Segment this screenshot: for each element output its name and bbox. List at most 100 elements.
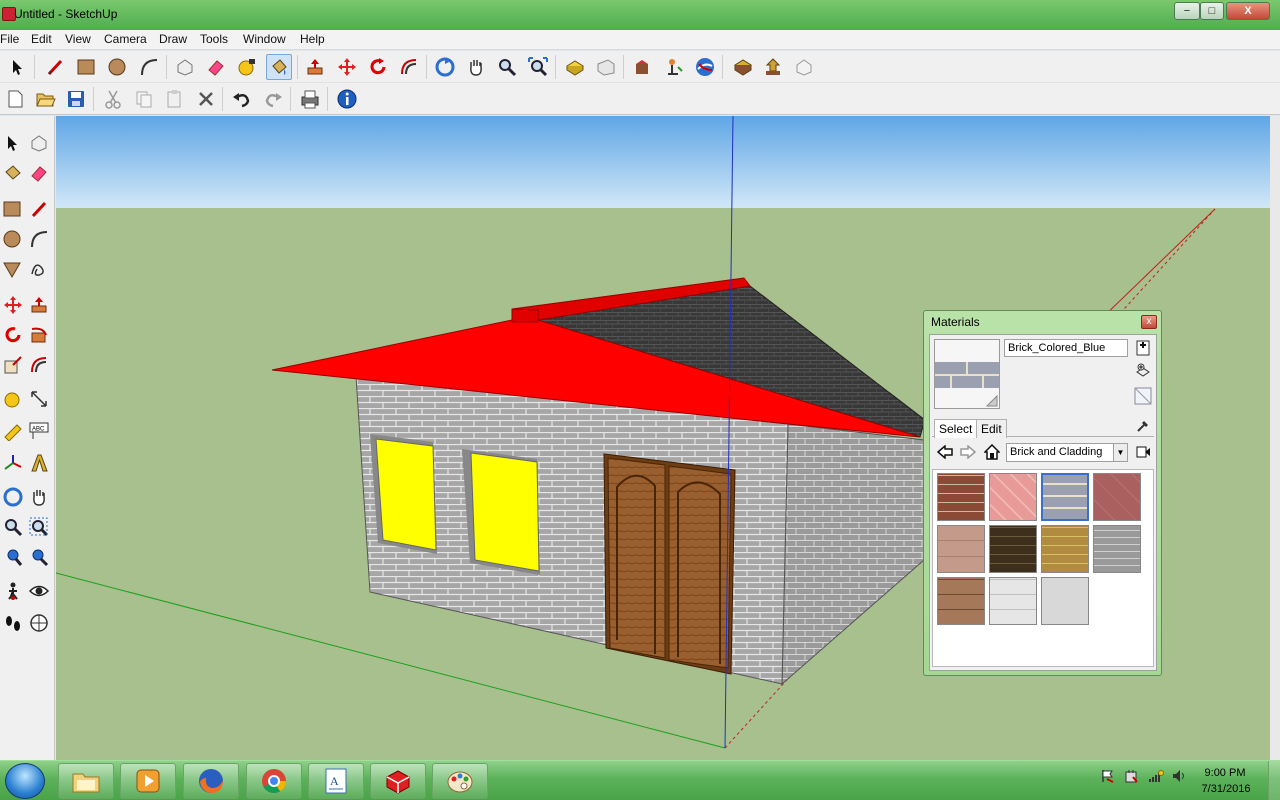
zoom-extents-icon[interactable] <box>26 544 52 570</box>
start-button[interactable] <box>5 763 45 799</box>
menu-tools[interactable]: Tools <box>200 32 228 46</box>
sketchup-icon[interactable] <box>370 763 426 799</box>
select-icon[interactable] <box>4 54 30 80</box>
print-icon[interactable] <box>297 86 323 112</box>
swatch-stone-tan[interactable] <box>937 525 985 573</box>
media-player-icon[interactable] <box>120 763 176 799</box>
default-material-icon[interactable] <box>1134 387 1152 405</box>
minimize-button[interactable]: − <box>1174 2 1200 20</box>
eraser-icon[interactable] <box>26 160 52 186</box>
line-icon[interactable] <box>26 196 52 222</box>
push-pull-icon[interactable] <box>26 292 52 318</box>
home-icon[interactable] <box>983 443 1001 461</box>
select-icon[interactable] <box>0 130 26 156</box>
polygon-icon[interactable] <box>0 256 26 282</box>
eraser-icon[interactable] <box>203 54 229 80</box>
create-material-icon[interactable] <box>1134 361 1152 379</box>
tape-measure-icon[interactable] <box>0 386 26 412</box>
menu-view[interactable]: View <box>65 32 91 46</box>
axes-icon[interactable] <box>0 450 26 476</box>
3d-text-icon[interactable] <box>26 450 52 476</box>
window-left[interactable] <box>375 438 437 551</box>
swatch-siding-wood[interactable] <box>937 577 985 625</box>
circle-icon[interactable] <box>104 54 130 80</box>
undo-icon[interactable] <box>229 86 255 112</box>
explorer-icon[interactable] <box>58 763 114 799</box>
save-icon[interactable] <box>63 86 89 112</box>
tab-select[interactable]: Select <box>934 419 978 438</box>
new-icon[interactable] <box>2 86 28 112</box>
swatch-stucco[interactable] <box>1041 577 1089 625</box>
zoom-icon[interactable] <box>494 54 520 80</box>
line-icon[interactable] <box>42 54 68 80</box>
rotate-icon[interactable] <box>0 322 26 348</box>
close-button[interactable]: X <box>1226 2 1270 20</box>
arc-icon[interactable] <box>136 54 162 80</box>
make-component-icon[interactable] <box>172 54 198 80</box>
open-icon[interactable] <box>33 86 59 112</box>
network-icon[interactable] <box>1148 769 1164 783</box>
window-right[interactable] <box>470 452 540 572</box>
zoom-icon[interactable] <box>0 514 26 540</box>
clock-date[interactable]: 7/31/2016 <box>1196 783 1256 795</box>
volume-icon[interactable] <box>1172 769 1186 783</box>
materials-panel[interactable]: Materials x Brick_Colored_Blue Select Ed… <box>923 310 1162 676</box>
firefox-icon[interactable] <box>183 763 239 799</box>
offset-icon[interactable] <box>396 54 422 80</box>
previous-view-icon[interactable] <box>0 544 26 570</box>
menu-help[interactable]: Help <box>300 32 325 46</box>
rectangle-icon[interactable] <box>0 196 26 222</box>
footprints-icon[interactable] <box>0 610 26 636</box>
text-icon[interactable]: ABC <box>26 418 52 444</box>
copy-icon[interactable] <box>131 86 157 112</box>
tab-edit[interactable]: Edit <box>976 419 1007 438</box>
text-editor-icon[interactable]: A <box>308 763 364 799</box>
paint-bucket-icon[interactable] <box>0 160 26 186</box>
swatch-brick-gray[interactable] <box>1093 525 1141 573</box>
paint-icon[interactable] <box>432 763 488 799</box>
show-desktop-button[interactable] <box>1268 761 1280 800</box>
preview-icon[interactable] <box>791 54 817 80</box>
warehouse-get-icon[interactable] <box>562 54 588 80</box>
chrome-icon[interactable] <box>246 763 302 799</box>
swatch-brick-rough-red[interactable] <box>1093 473 1141 521</box>
make-component-icon[interactable] <box>26 130 52 156</box>
rectangle-icon[interactable] <box>73 54 99 80</box>
move-icon[interactable] <box>334 54 360 80</box>
position-camera-icon[interactable] <box>661 54 687 80</box>
arc-icon[interactable] <box>26 226 52 252</box>
offset-icon[interactable] <box>26 352 52 378</box>
sample-paint-icon[interactable] <box>1134 417 1152 435</box>
rotate-icon[interactable] <box>365 54 391 80</box>
extension-warehouse-icon[interactable] <box>730 54 756 80</box>
cut-icon[interactable] <box>100 86 126 112</box>
send-to-layout-icon[interactable] <box>760 54 786 80</box>
back-arrow-icon[interactable] <box>936 443 954 461</box>
swatch-brick-colored-blue[interactable] <box>1041 473 1089 521</box>
share-component-icon[interactable] <box>630 54 656 80</box>
forward-arrow-icon[interactable] <box>959 443 977 461</box>
swatch-brick-antique[interactable] <box>937 473 985 521</box>
model-info-icon[interactable] <box>334 86 360 112</box>
orbit-icon[interactable] <box>0 484 26 510</box>
warehouse-share-icon[interactable] <box>593 54 619 80</box>
material-name-field[interactable]: Brick_Colored_Blue <box>1004 339 1128 357</box>
walk-icon[interactable] <box>0 578 26 604</box>
orbit-icon[interactable] <box>432 54 458 80</box>
display-secondary-pane-icon[interactable] <box>1134 339 1152 357</box>
follow-me-icon[interactable] <box>26 322 52 348</box>
pan-icon[interactable] <box>463 54 489 80</box>
materials-close-button[interactable]: x <box>1141 315 1157 329</box>
swatch-brick-gold[interactable] <box>1041 525 1089 573</box>
look-around-icon[interactable] <box>26 578 52 604</box>
paste-icon[interactable] <box>162 86 188 112</box>
redo-icon[interactable] <box>260 86 286 112</box>
menu-edit[interactable]: Edit <box>31 32 52 46</box>
circle-icon[interactable] <box>0 226 26 252</box>
menu-file[interactable]: File <box>0 32 19 46</box>
paint-bucket-icon[interactable] <box>266 54 292 80</box>
pan-icon[interactable] <box>26 484 52 510</box>
action-center-icon[interactable] <box>1100 769 1114 783</box>
menu-draw[interactable]: Draw <box>159 32 187 46</box>
tape-measure-icon[interactable] <box>234 54 260 80</box>
